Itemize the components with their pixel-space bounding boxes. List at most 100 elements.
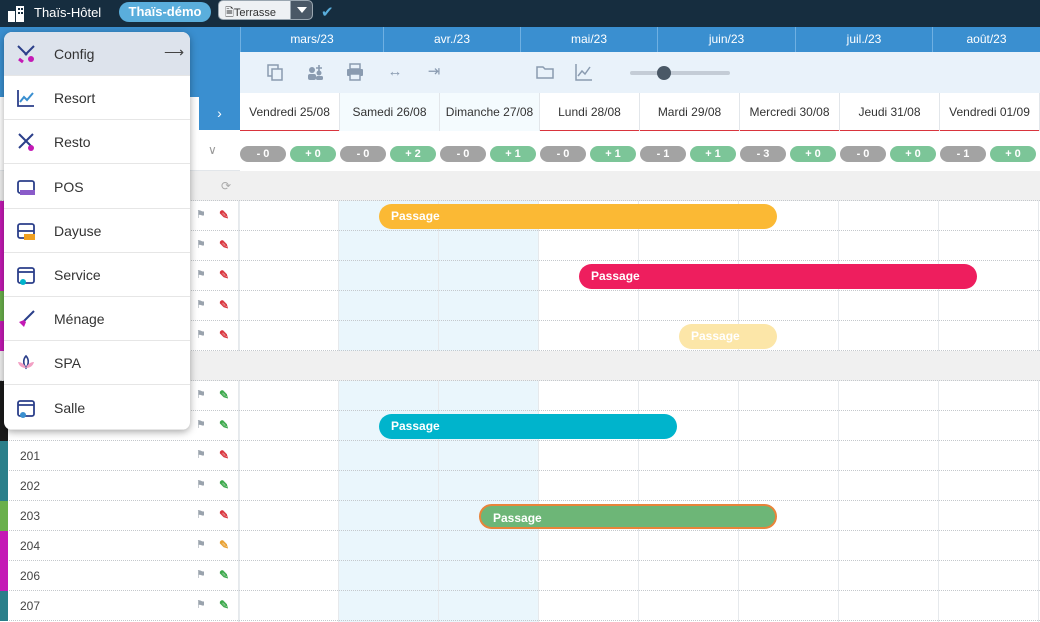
room-number: 207: [20, 599, 41, 613]
housekeeping-pen-icon[interactable]: ✎: [219, 598, 229, 612]
status-flag-icon[interactable]: ⚑: [196, 268, 206, 281]
arrow-right-icon[interactable]: ⟶: [164, 44, 184, 61]
menu-item-dayuse[interactable]: Dayuse: [4, 209, 190, 253]
folder-icon[interactable]: [535, 62, 555, 82]
housekeeping-pen-icon[interactable]: ✎: [219, 568, 229, 582]
month-label[interactable]: juil./23: [795, 27, 932, 52]
status-flag-icon[interactable]: ⚑: [196, 448, 206, 461]
menu-item-label: Resort: [54, 90, 96, 107]
expand-icon[interactable]: ↔: [385, 62, 405, 82]
status-flag-icon[interactable]: ⚑: [196, 238, 206, 251]
day-header[interactable]: Mardi 29/08: [640, 93, 740, 131]
menu-item-resort[interactable]: Resort: [4, 76, 190, 121]
housekeeping-pen-icon[interactable]: ✎: [219, 418, 229, 432]
status-flag-icon[interactable]: ⚑: [196, 538, 206, 551]
demo-badge[interactable]: Thaïs-démo: [119, 2, 211, 22]
housekeeping-pen-icon[interactable]: ✎: [219, 268, 229, 282]
arrivals-count: + 0: [790, 146, 836, 162]
housekeeping-pen-icon[interactable]: ✎: [219, 238, 229, 252]
status-flag-icon[interactable]: ⚑: [196, 598, 206, 611]
month-label[interactable]: mai/23: [520, 27, 657, 52]
check-icon[interactable]: ✔: [321, 3, 334, 21]
booking-bar[interactable]: Passage: [379, 414, 677, 439]
menu-item-ménage[interactable]: Ménage: [4, 297, 190, 342]
day-header[interactable]: Samedi 26/08: [340, 93, 440, 131]
menu-item-salle[interactable]: Salle: [4, 386, 190, 430]
day-header[interactable]: Vendredi 01/09: [940, 93, 1040, 131]
availability-counts-row: - 0 + 0- 0 + 2- 0 + 1- 0 + 1- 1 + 1- 3 + 0- 0 +…: [240, 131, 1040, 177]
housekeeping-pen-icon[interactable]: ✎: [219, 328, 229, 342]
month-label[interactable]: juin/23: [657, 27, 795, 52]
housekeeping-pen-icon[interactable]: ✎: [219, 538, 229, 552]
terrasse-selector[interactable]: 🗎Terrasse: [218, 0, 313, 20]
menage-broom-icon: [15, 308, 37, 330]
add-guest-icon[interactable]: [305, 62, 325, 82]
booking-bar[interactable]: Passage: [379, 204, 777, 229]
status-flag-icon[interactable]: ⚑: [196, 298, 206, 311]
resto-cutlery-icon: [15, 131, 37, 153]
month-label[interactable]: avr./23: [383, 27, 520, 52]
housekeeping-pen-icon[interactable]: ✎: [219, 388, 229, 402]
copy-icon[interactable]: [265, 62, 285, 82]
room-row[interactable]: 207 ⚑ ✎: [0, 591, 1040, 621]
zoom-slider-knob[interactable]: [657, 66, 671, 80]
month-label[interactable]: mars/23: [240, 27, 383, 52]
status-flag-icon[interactable]: ⚑: [196, 568, 206, 581]
collapse-icon[interactable]: ⇥: [424, 62, 444, 82]
booking-bar[interactable]: Passage: [579, 264, 977, 289]
room-type-color: [0, 561, 8, 591]
departures-count: - 0: [440, 146, 486, 162]
day-header[interactable]: Dimanche 27/08: [440, 93, 540, 131]
status-flag-icon[interactable]: ⚑: [196, 418, 206, 431]
arrivals-count: + 2: [390, 146, 436, 162]
booking-bar[interactable]: Passage: [479, 504, 777, 529]
arrivals-count: + 1: [690, 146, 736, 162]
status-flag-icon[interactable]: ⚑: [196, 478, 206, 491]
chart-icon[interactable]: [574, 62, 594, 82]
service-calendar-icon: [15, 264, 37, 286]
print-icon[interactable]: [345, 62, 365, 82]
day-header[interactable]: Vendredi 25/08: [240, 93, 340, 131]
menu-item-label: Ménage: [54, 311, 105, 328]
menu-item-spa[interactable]: SPA: [4, 341, 190, 386]
housekeeping-pen-icon[interactable]: ✎: [219, 208, 229, 222]
housekeeping-pen-icon[interactable]: ✎: [219, 478, 229, 492]
status-flag-icon[interactable]: ⚑: [196, 208, 206, 221]
housekeeping-pen-icon[interactable]: ✎: [219, 298, 229, 312]
housekeeping-pen-icon[interactable]: ✎: [219, 448, 229, 462]
room-row[interactable]: 206 ⚑ ✎: [0, 561, 1040, 591]
housekeeping-pen-icon[interactable]: ✎: [219, 508, 229, 522]
menu-item-service[interactable]: Service: [4, 253, 190, 297]
menu-item-resto[interactable]: Resto: [4, 120, 190, 165]
room-type-color: [0, 591, 8, 621]
room-row[interactable]: 202 ⚑ ✎: [0, 471, 1040, 501]
chevron-down-icon[interactable]: ∨: [208, 143, 217, 157]
hotel-name[interactable]: Thaïs-Hôtel: [34, 5, 101, 20]
status-flag-icon[interactable]: ⚑: [196, 328, 206, 341]
menu-item-config[interactable]: Config ⟶: [4, 32, 190, 76]
month-label[interactable]: août/23: [932, 27, 1040, 52]
arrivals-count: + 1: [490, 146, 536, 162]
room-number: 204: [20, 539, 41, 553]
menu-item-label: Config: [54, 46, 95, 62]
day-header[interactable]: Lundi 28/08: [540, 93, 640, 131]
refresh-icon[interactable]: ⟳: [221, 179, 231, 193]
day-header[interactable]: Jeudi 31/08: [840, 93, 940, 131]
chevron-right-icon[interactable]: ›: [199, 97, 240, 130]
config-tools-icon: [15, 43, 37, 65]
menu-item-label: Salle: [54, 399, 86, 416]
menu-item-label: SPA: [54, 355, 81, 372]
booking-bar[interactable]: Passage: [679, 324, 777, 349]
day-header[interactable]: Mercredi 30/08: [740, 93, 840, 131]
spa-lotus-icon: [15, 352, 37, 374]
planning-toolbar: ↔ ⇥: [240, 52, 1040, 93]
menu-item-pos[interactable]: POS: [4, 165, 190, 209]
room-row[interactable]: 204 ⚑ ✎: [0, 531, 1040, 561]
menu-item-label: Resto: [54, 134, 91, 151]
arrivals-count: + 0: [890, 146, 936, 162]
status-flag-icon[interactable]: ⚑: [196, 388, 206, 401]
chevron-down-icon[interactable]: [290, 1, 312, 19]
zoom-slider[interactable]: [630, 66, 730, 80]
status-flag-icon[interactable]: ⚑: [196, 508, 206, 521]
room-row[interactable]: 201 ⚑ ✎: [0, 441, 1040, 471]
